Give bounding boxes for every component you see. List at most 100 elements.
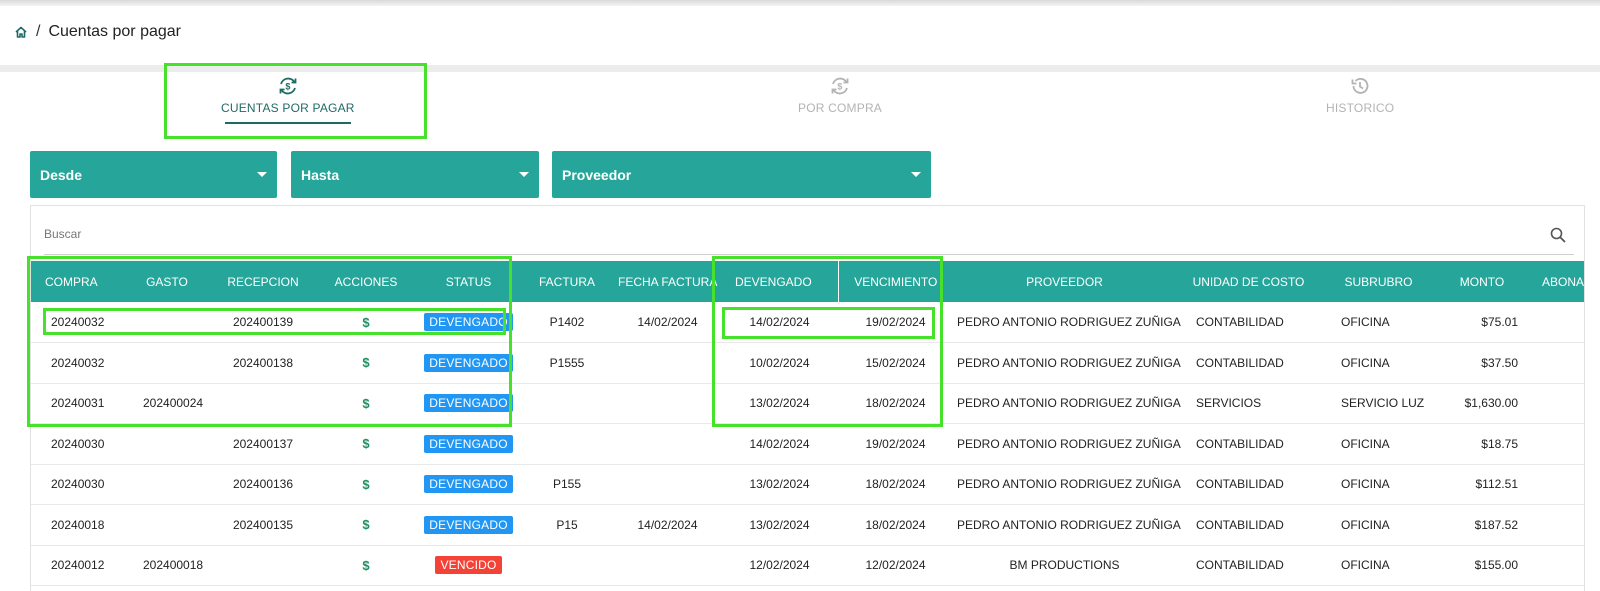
table-row[interactable]: 20240030 202400137 $ DEVENGADO 14/02/2024 19/… [31, 424, 1584, 465]
table-row[interactable]: 20240031 202400024 $ DEVENGADO 13/02/2024 18/… [31, 383, 1584, 424]
tab-por-compra[interactable]: $ POR COMPRA [798, 75, 882, 115]
table-cell: $ [1528, 505, 1584, 546]
cell-unidad-de-costo: CONTABILIDAD [1196, 436, 1284, 451]
table-cell: OFICINA [1321, 464, 1436, 505]
table-cell: DEVENGADO [417, 424, 520, 465]
col-header-fecha-factura[interactable]: FECHA FACTURA [614, 261, 721, 302]
cell-devengado: 12/02/2024 [749, 558, 810, 573]
table-cell: SERVICIO LUZ [1321, 383, 1436, 424]
table-row[interactable]: 20240012 202400018 $ VENCIDO 12/02/2024 12/02… [31, 545, 1584, 586]
table-cell [614, 545, 721, 586]
sync-dollar-icon: $ [829, 75, 851, 97]
table-cell: $187.52 [1436, 505, 1528, 546]
filter-proveedor-select[interactable]: Proveedor [552, 151, 931, 198]
col-header-unidad-de-costo[interactable]: UNIDAD DE COSTO [1176, 261, 1321, 302]
cell-gasto: 202400018 [143, 558, 204, 573]
table-cell: $75.01 [1436, 302, 1528, 343]
status-badge: DEVENGADO [424, 313, 513, 331]
table-cell: OFICINA [1321, 424, 1436, 465]
table-cell [211, 545, 315, 586]
filter-desde-label: Desde [40, 166, 83, 183]
table-cell: 202400139 [211, 302, 315, 343]
cell-unidad-de-costo: CONTABILIDAD [1196, 517, 1284, 532]
cell-recepcion: 202400139 [232, 315, 294, 329]
table-cell: PEDRO ANTONIO RODRIGUEZ ZUÑIGA [953, 505, 1181, 546]
search-icon[interactable] [1550, 227, 1566, 243]
filter-desde-select[interactable]: Desde [30, 151, 277, 198]
col-header-compra[interactable]: COMPRA [31, 261, 123, 302]
tab-historico[interactable]: HISTORICO [1326, 75, 1394, 115]
cell-devengado: 13/02/2024 [749, 477, 810, 492]
table-cell: DEVENGADO [417, 343, 520, 384]
table-cell: 18/02/2024 [838, 505, 953, 546]
table-card: COMPRA GASTO RECEPCION ACCIONES STATUS F… [30, 205, 1585, 591]
action-pay-button[interactable]: $ [362, 517, 369, 532]
cell-vencimiento: 18/02/2024 [865, 477, 926, 492]
cell-unidad-de-costo: SERVICIOS [1196, 396, 1262, 411]
table-cell: 202400018 [123, 545, 211, 586]
col-header-monto[interactable]: MONTO [1436, 261, 1528, 302]
tab-cuentas-por-pagar[interactable]: $ CUENTAS POR PAGAR [221, 75, 355, 124]
table-cell: PEDRO ANTONIO RODRIGUEZ ZUÑIGA [953, 383, 1181, 424]
table-cell: $ [315, 383, 417, 424]
table-cell: CONTABILIDAD [1176, 343, 1321, 384]
action-pay-button[interactable]: $ [362, 477, 369, 492]
cell-factura: P155 [552, 477, 582, 492]
table-cell: 14/02/2024 [614, 505, 721, 546]
table-cell: 12/02/2024 [838, 545, 953, 586]
table-cell: DEVENGADO [417, 302, 520, 343]
col-header-subrubro[interactable]: SUBRUBRO [1321, 261, 1436, 302]
col-header-vencimiento[interactable]: VENCIMIENTO [837, 261, 953, 302]
status-badge: DEVENGADO [424, 515, 513, 534]
table-row[interactable]: 20240018 202400135 $ DEVENGADO P15 14/02/2024… [31, 505, 1584, 546]
table-cell [123, 464, 211, 505]
table-cell: $ [1528, 343, 1584, 384]
cell-vencimiento: 19/02/2024 [865, 436, 926, 451]
table-cell: PEDRO ANTONIO RODRIGUEZ ZUÑIGA [953, 343, 1181, 384]
cell-vencimiento: 12/02/2024 [865, 558, 926, 573]
cell-monto: $112.51 [1475, 477, 1519, 492]
cell-devengado: 10/02/2024 [749, 355, 810, 370]
action-pay-button[interactable]: $ [362, 558, 369, 573]
table-cell: 20240012 [31, 545, 123, 586]
action-pay-button[interactable]: $ [362, 396, 369, 411]
cell-subrubro: OFICINA [1341, 558, 1390, 573]
cell-subrubro: OFICINA [1341, 436, 1390, 451]
cell-proveedor: PEDRO ANTONIO RODRIGUEZ ZUÑIGA [957, 436, 1181, 451]
action-pay-button[interactable]: $ [362, 436, 369, 451]
cell-monto: $37.50 [1481, 355, 1518, 370]
col-header-acciones[interactable]: ACCIONES [315, 261, 417, 302]
status-badge: DEVENGADO [424, 353, 513, 372]
cell-factura: P1402 [549, 315, 585, 329]
table-row[interactable]: 20240032 202400139 $ DEVENGADO P1402 14/02/20… [31, 302, 1584, 343]
cell-devengado: 14/02/2024 [749, 436, 810, 451]
col-header-factura[interactable]: FACTURA [520, 261, 614, 302]
cell-compra: 20240031 [51, 396, 105, 411]
col-header-recepcion[interactable]: RECEPCION [211, 261, 315, 302]
table-cell: P155 [520, 464, 614, 505]
cell-compra: 20240012 [51, 558, 105, 573]
col-header-status[interactable]: STATUS [417, 261, 520, 302]
col-header-proveedor[interactable]: PROVEEDOR [953, 261, 1176, 302]
col-header-devengado[interactable]: DEVENGADO [721, 261, 838, 302]
table-row[interactable]: 20240032 202400138 $ DEVENGADO P1555 10/02/20… [31, 343, 1584, 384]
table-cell: 202400135 [211, 505, 315, 546]
cell-compra: 20240018 [51, 517, 105, 532]
action-pay-button[interactable]: $ [362, 315, 369, 330]
cell-monto: $1,630.00 [1464, 396, 1518, 411]
col-header-abonado[interactable]: ABONADO [1528, 261, 1584, 302]
table-cell: 14/02/2024 [721, 302, 838, 343]
table-cell: PEDRO ANTONIO RODRIGUEZ ZUÑIGA [953, 464, 1181, 505]
table-cell: DEVENGADO [417, 383, 520, 424]
table-cell: PEDRO ANTONIO RODRIGUEZ ZUÑIGA [953, 424, 1181, 465]
table-cell: 13/02/2024 [721, 505, 838, 546]
table-row[interactable]: 20240030 202400136 $ DEVENGADO P155 13/02/202… [31, 464, 1584, 505]
filter-hasta-select[interactable]: Hasta [291, 151, 539, 198]
table-cell: $1 [1528, 424, 1584, 465]
table-cell: CONTABILIDAD [1176, 545, 1321, 586]
search-input[interactable] [44, 215, 1524, 253]
action-pay-button[interactable]: $ [362, 355, 369, 370]
cell-vencimiento: 19/02/2024 [865, 315, 926, 329]
home-icon[interactable] [14, 25, 28, 39]
col-header-gasto[interactable]: GASTO [123, 261, 211, 302]
